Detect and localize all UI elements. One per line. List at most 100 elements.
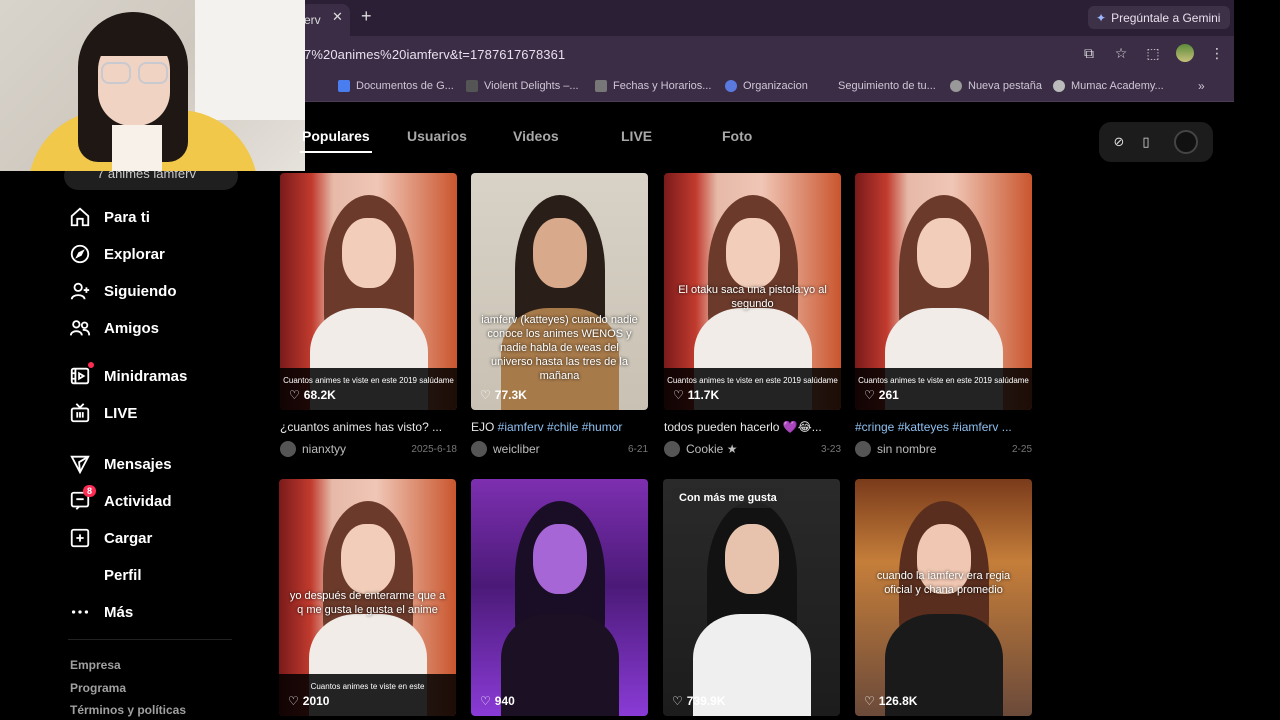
video-overlay-text: El otaku saca una pistola:yo al segundo <box>678 284 827 310</box>
nav-para-ti[interactable]: Para ti <box>68 203 150 231</box>
post-date: 2-25 <box>1011 443 1032 455</box>
view-count-value: 261 <box>878 388 899 402</box>
nav-cargar[interactable]: Cargar <box>68 524 152 552</box>
nav-siguiendo[interactable]: Siguiendo <box>68 277 177 305</box>
bookmark-star-icon[interactable]: ☆ <box>1112 44 1130 62</box>
video-thumbnail[interactable]: yo después de enterarme que a q me gusta… <box>279 479 456 716</box>
heart-icon: ♡ <box>672 694 683 708</box>
video-card[interactable]: Con más me gusta ♡ 739.9K <box>663 479 840 716</box>
tab-usuarios[interactable]: Usuarios <box>407 128 467 144</box>
video-meta: weicliber 6-21 <box>471 441 648 457</box>
video-thumbnail[interactable]: Con más me gusta ♡ 739.9K <box>663 479 840 716</box>
author-name[interactable]: nianxtyy <box>302 442 346 456</box>
tab-foto[interactable]: Foto <box>722 128 752 144</box>
nav-live[interactable]: LIVE <box>68 399 137 427</box>
bookmark-item[interactable]: Documentos de G... <box>338 80 454 92</box>
view-count: ♡ 126.8K <box>864 694 917 708</box>
nav-perfil[interactable]: Perfil <box>68 561 142 589</box>
extensions-icon[interactable]: ⬚ <box>1144 44 1162 62</box>
bookmarks-overflow-icon[interactable]: » <box>1198 79 1205 93</box>
footer-link-terminos[interactable]: Términos y políticas <box>70 703 186 717</box>
nav-label: LIVE <box>104 404 138 422</box>
profile-avatar[interactable] <box>1176 44 1194 62</box>
video-thumbnail[interactable]: Cuantos animes te viste en este 2019 sal… <box>855 173 1032 410</box>
video-description[interactable]: EJO #iamferv #chile #humor <box>471 420 648 434</box>
video-card[interactable]: yo después de enterarme que a q me gusta… <box>279 479 456 716</box>
footer-link-empresa[interactable]: Empresa <box>70 658 121 672</box>
bookmark-item[interactable]: Fechas y Horarios... <box>595 80 711 92</box>
url-field[interactable]: 7%20animes%20iamferv&t=1787617678361 <box>304 47 565 62</box>
new-tab-icon[interactable]: + <box>361 6 372 27</box>
gemini-button[interactable]: ✦ Pregúntale a Gemini <box>1088 6 1231 29</box>
view-count: ♡ 11.7K <box>673 388 719 402</box>
bookmark-item[interactable]: Nueva pestaña <box>950 80 1042 92</box>
video-card[interactable]: ♡ 940 <box>471 479 648 716</box>
install-app-icon[interactable]: ⧉ <box>1080 44 1098 62</box>
bookmark-item[interactable]: Violent Delights –... <box>466 80 579 92</box>
author-avatar[interactable] <box>471 441 487 457</box>
phone-icon[interactable]: ▯ <box>1138 134 1154 150</box>
tab-populares[interactable]: Populares <box>302 128 370 144</box>
author-avatar[interactable] <box>855 441 871 457</box>
video-card[interactable]: cuando la iamferv era regia oficial y ch… <box>855 479 1032 716</box>
globe-icon <box>950 80 962 92</box>
heart-icon: ♡ <box>480 694 491 708</box>
activity-badge: 8 <box>82 485 96 497</box>
tab-live[interactable]: LIVE <box>621 128 652 144</box>
compass-icon[interactable]: ⊘ <box>1111 134 1127 150</box>
hashtags[interactable]: #cringe #katteyes #iamferv ... <box>855 420 1012 434</box>
heart-icon: ♡ <box>864 694 875 708</box>
author-name[interactable]: weicliber <box>493 442 540 456</box>
video-meta: Cookie ★ 3-23 <box>664 441 841 457</box>
most-liked-badge: Con más me gusta <box>672 488 784 508</box>
view-count-value: 2010 <box>302 694 330 708</box>
view-count: ♡ 2010 <box>288 694 329 708</box>
nav-explorar[interactable]: Explorar <box>68 240 165 268</box>
nav-actividad[interactable]: 8 Actividad <box>68 485 172 515</box>
bookmark-item[interactable]: Organizacion <box>725 80 808 92</box>
video-thumbnail[interactable]: Cuantos animes te viste en este 2019 sal… <box>280 173 457 410</box>
nav-amigos[interactable]: Amigos <box>68 314 159 342</box>
author-avatar[interactable] <box>280 441 296 457</box>
browser-menu-icon[interactable]: ⋮ <box>1208 44 1226 62</box>
author-avatar[interactable] <box>664 441 680 457</box>
bookmark-item[interactable]: Mumac Academy... <box>1053 80 1164 92</box>
webcam-bangs <box>94 22 174 56</box>
video-card[interactable]: Cuantos animes te viste en este 2019 sal… <box>280 173 457 457</box>
view-count: ♡ 68.2K <box>289 388 336 402</box>
nav-label: Siguiendo <box>104 282 177 300</box>
video-caption: Cuantos animes te viste en este <box>310 682 425 691</box>
video-card[interactable]: El otaku saca una pistola:yo al segundo C… <box>664 173 841 457</box>
video-card[interactable]: Cuantos animes te viste en este 2019 sal… <box>855 173 1032 457</box>
video-thumbnail[interactable]: ♡ 940 <box>471 479 648 716</box>
footer-link-programa[interactable]: Programa <box>70 681 126 695</box>
view-count-value: 126.8K <box>878 694 918 708</box>
video-description[interactable]: #cringe #katteyes #iamferv ... <box>855 420 1032 434</box>
tab-videos[interactable]: Videos <box>513 128 559 144</box>
view-count-value: 77.3K <box>494 388 527 402</box>
video-description[interactable]: ¿cuantos animes has visto? ... <box>280 420 457 434</box>
video-thumbnail[interactable]: El otaku saca una pistola:yo al segundo C… <box>664 173 841 410</box>
nav-minidramas[interactable]: Minidramas <box>68 362 187 390</box>
thumbnail-figure <box>533 524 587 594</box>
gemini-label: Pregúntale a Gemini <box>1111 10 1221 25</box>
bookmark-item[interactable]: Seguimiento de tu... <box>838 80 936 92</box>
nav-mensajes[interactable]: Mensajes <box>68 450 172 478</box>
author-name[interactable]: Cookie ★ <box>686 442 737 456</box>
tiktok-sidebar: 7 animes iamferv Para ti Explorar Siguie… <box>0 102 260 720</box>
heart-icon: ♡ <box>288 694 299 708</box>
notification-dot <box>88 362 94 368</box>
video-card[interactable]: iamferv (katteyes) cuando nadie conoce l… <box>471 173 648 457</box>
author-name[interactable]: sin nombre <box>877 442 936 456</box>
thumbnail-figure <box>917 218 971 288</box>
nav-mas[interactable]: Más <box>68 598 133 626</box>
video-thumbnail[interactable]: iamferv (katteyes) cuando nadie conoce l… <box>471 173 648 410</box>
video-thumbnail[interactable]: cuando la iamferv era regia oficial y ch… <box>855 479 1032 716</box>
video-meta: sin nombre 2-25 <box>855 441 1032 457</box>
hashtags[interactable]: #iamferv #chile #humor <box>498 420 623 434</box>
video-description[interactable]: todos pueden hacerlo 💜😂... <box>664 420 841 434</box>
close-tab-icon[interactable]: ✕ <box>332 9 343 25</box>
bookmark-label: Organizacion <box>743 80 808 92</box>
record-toggle[interactable] <box>1174 130 1198 154</box>
floating-controls: ⊘ ▯ <box>1099 122 1213 162</box>
